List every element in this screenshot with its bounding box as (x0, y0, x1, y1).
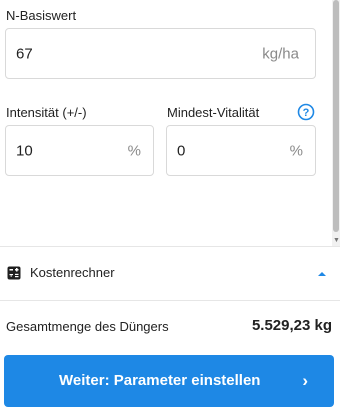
calculator-icon (7, 266, 21, 280)
n-base-label: N-Basiswert (6, 8, 77, 23)
intensity-input[interactable]: 10 % (5, 125, 154, 176)
min-vitality-value: 0 (177, 142, 186, 159)
min-vitality-input[interactable]: 0 % (166, 125, 316, 176)
n-base-value: 67 (16, 45, 33, 62)
total-amount-value: 5.529,23 kg (251, 317, 332, 334)
calculator-title: Kostenrechner (30, 265, 115, 280)
parameter-form: N-Basiswert 67 kg/ha Intensität (+/-) 10… (0, 0, 340, 246)
scrollbar[interactable]: ▼ (332, 0, 340, 246)
scrollbar-thumb[interactable] (333, 0, 339, 232)
chevron-right-icon: › (302, 371, 308, 390)
intensity-label: Intensität (+/-) (6, 105, 87, 120)
svg-text:?: ? (303, 107, 310, 119)
n-base-input[interactable]: 67 kg/ha (5, 28, 316, 79)
intensity-unit: % (127, 142, 141, 159)
min-vitality-label: Mindest-Vitalität (167, 105, 260, 120)
min-vitality-unit: % (289, 142, 303, 159)
total-amount-label: Gesamtmenge des Düngers (6, 319, 169, 334)
next-set-parameters-button[interactable]: Weiter: Parameter einstellen › (4, 355, 334, 407)
next-button-label: Weiter: Parameter einstellen (59, 372, 261, 389)
cost-calculator-panel: Kostenrechner Gesamtmenge des Düngers 5.… (0, 246, 340, 414)
help-icon[interactable]: ? (297, 103, 315, 121)
calculator-header[interactable]: Kostenrechner (0, 247, 340, 301)
intensity-value: 10 (16, 142, 33, 159)
scroll-down-arrow-icon[interactable]: ▼ (333, 237, 340, 244)
n-base-unit: kg/ha (262, 45, 299, 62)
chevron-up-icon[interactable] (316, 267, 328, 279)
